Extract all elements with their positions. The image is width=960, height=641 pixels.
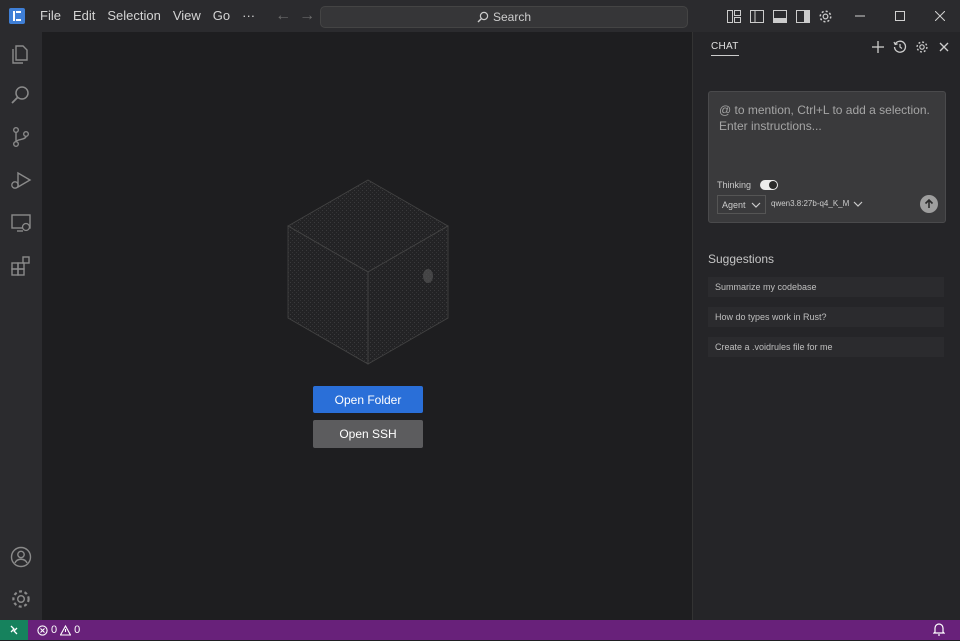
- error-icon: [37, 624, 48, 636]
- suggestion-item[interactable]: Summarize my codebase: [708, 277, 944, 297]
- close-chat-icon[interactable]: [933, 39, 955, 55]
- thinking-toggle[interactable]: [760, 180, 779, 190]
- menu-view[interactable]: View: [167, 0, 207, 32]
- settings-gear-icon[interactable]: [814, 8, 837, 24]
- search-view-icon[interactable]: [9, 83, 33, 107]
- toggle-panel-icon[interactable]: [768, 8, 791, 24]
- activity-bar: [0, 32, 42, 620]
- close-window-icon[interactable]: [920, 0, 960, 32]
- suggestion-item[interactable]: How do types work in Rust?: [708, 307, 944, 327]
- window-controls: [840, 0, 960, 32]
- mode-label: Agent: [722, 199, 746, 210]
- warning-count: 0: [74, 624, 81, 636]
- menu-selection[interactable]: Selection: [101, 0, 166, 32]
- status-bar: 0 0: [0, 620, 960, 640]
- back-arrow-icon[interactable]: ←: [271, 7, 295, 25]
- extensions-icon[interactable]: [9, 254, 33, 278]
- chat-input[interactable]: [717, 100, 943, 144]
- command-center-search[interactable]: Search: [320, 6, 688, 28]
- arrow-up-icon: [924, 199, 934, 208]
- search-icon: [477, 11, 489, 23]
- remote-explorer-icon[interactable]: [9, 211, 33, 235]
- title-bar: File Edit Selection View Go ··· ← → Sear…: [0, 0, 960, 32]
- mode-select[interactable]: Agent: [717, 195, 766, 214]
- thinking-row: Thinking: [717, 180, 779, 190]
- chat-panel: CHAT Thinking Agent qwen3.8:27b-q4_K_M S…: [692, 32, 960, 620]
- thinking-label: Thinking: [717, 180, 752, 190]
- tab-chat[interactable]: CHAT: [711, 41, 739, 56]
- menu-bar: File Edit Selection View Go ···: [34, 0, 261, 32]
- open-folder-button[interactable]: Open Folder: [313, 386, 423, 413]
- app-logo-icon: [9, 8, 25, 24]
- menu-file[interactable]: File: [34, 0, 67, 32]
- open-ssh-button[interactable]: Open SSH: [313, 420, 423, 448]
- navigation-arrows: ← →: [271, 7, 319, 25]
- chat-settings-gear-icon[interactable]: [911, 39, 933, 55]
- chat-history-icon[interactable]: [889, 39, 911, 55]
- model-label: qwen3.8:27b-q4_K_M: [771, 199, 850, 208]
- suggestions-title: Suggestions: [708, 252, 775, 266]
- minimize-icon[interactable]: [840, 0, 880, 32]
- menu-edit[interactable]: Edit: [67, 0, 101, 32]
- source-control-icon[interactable]: [9, 125, 33, 149]
- forward-arrow-icon[interactable]: →: [295, 7, 319, 25]
- toggle-primary-sidebar-icon[interactable]: [745, 8, 768, 24]
- menu-more[interactable]: ···: [236, 0, 261, 32]
- void-cube-logo: [287, 179, 449, 365]
- model-select[interactable]: qwen3.8:27b-q4_K_M: [771, 195, 863, 212]
- run-and-debug-icon[interactable]: [9, 168, 33, 192]
- toggle-secondary-sidebar-icon[interactable]: [791, 8, 814, 24]
- accounts-icon[interactable]: [9, 545, 33, 569]
- new-chat-plus-icon[interactable]: [867, 39, 889, 55]
- suggestion-item[interactable]: Create a .voidrules file for me: [708, 337, 944, 357]
- editor-area: Open Folder Open SSH: [42, 32, 692, 620]
- manage-gear-icon[interactable]: [9, 587, 33, 611]
- layout-controls: [722, 8, 837, 24]
- notifications-bell-icon[interactable]: [932, 622, 946, 641]
- search-label: Search: [492, 10, 532, 24]
- chat-input-box: Thinking Agent qwen3.8:27b-q4_K_M: [708, 91, 946, 223]
- chat-actions: [867, 39, 955, 55]
- explorer-icon[interactable]: [9, 41, 33, 65]
- chevron-down-icon: [853, 201, 863, 207]
- warning-icon: [60, 624, 72, 636]
- customize-layout-icon[interactable]: [722, 8, 745, 24]
- maximize-icon[interactable]: [880, 0, 920, 32]
- send-button[interactable]: [920, 195, 938, 213]
- remote-indicator-button[interactable]: [0, 620, 28, 640]
- error-count: 0: [51, 624, 58, 636]
- problems-indicator[interactable]: 0 0: [37, 624, 83, 636]
- remote-icon: [10, 625, 18, 635]
- chevron-down-icon: [751, 202, 760, 208]
- menu-go[interactable]: Go: [207, 0, 236, 32]
